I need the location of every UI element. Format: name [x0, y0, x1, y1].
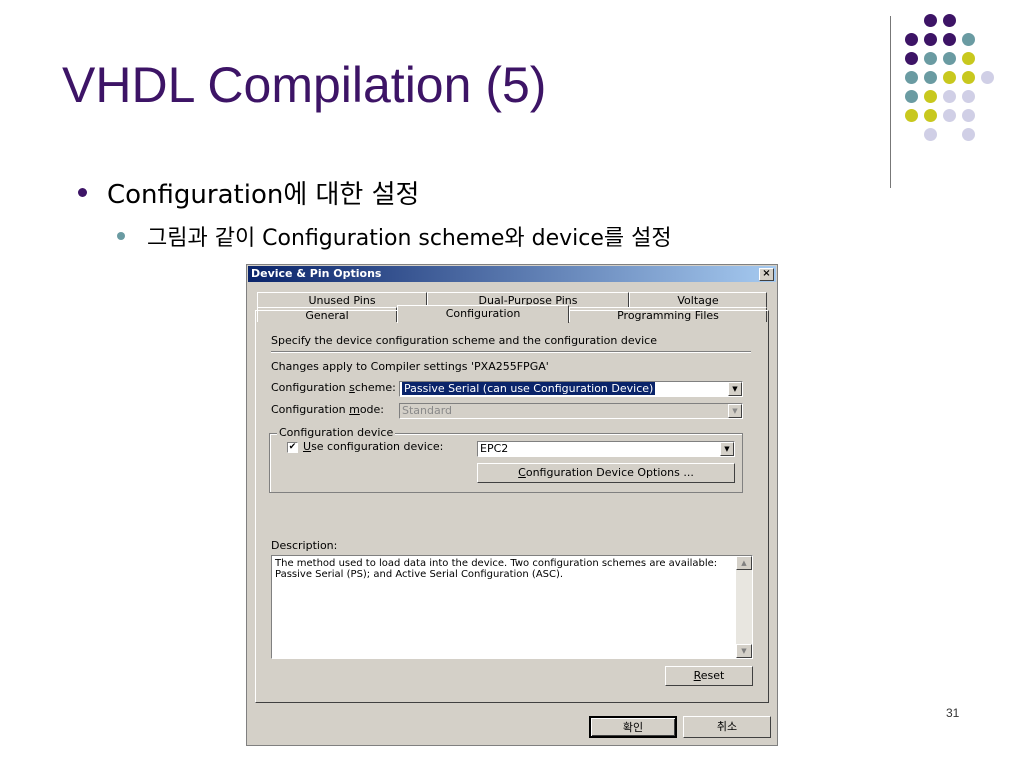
decorative-dot: [943, 14, 956, 27]
cancel-button[interactable]: 취소: [683, 716, 771, 738]
decorative-dot: [924, 33, 937, 46]
slide-title: VHDL Compilation (5): [62, 57, 547, 113]
dropdown-arrow-icon: ▼: [728, 404, 742, 418]
decorative-dot-grid: [905, 14, 1006, 164]
selected-value: EPC2: [480, 442, 509, 455]
decorative-dot: [962, 128, 975, 141]
decorative-dot: [905, 71, 918, 84]
description-label: Description:: [271, 539, 338, 552]
ok-button[interactable]: 확인: [589, 716, 677, 738]
decorative-dot: [924, 128, 937, 141]
decorative-dot: [962, 52, 975, 65]
dropdown-arrow-icon[interactable]: ▼: [720, 442, 734, 456]
tab-label: Unused Pins: [308, 294, 376, 307]
description-scrollbar[interactable]: ▲ ▼: [736, 556, 752, 658]
configuration-mode-select: Standard ▼: [399, 403, 743, 419]
scroll-down-icon[interactable]: ▼: [736, 644, 752, 658]
mode-label: Configuration mode:: [271, 403, 385, 416]
title-divider-line: [890, 16, 891, 188]
decorative-dot: [943, 109, 956, 122]
selected-value: Standard: [402, 404, 453, 417]
decorative-dot: [943, 90, 956, 103]
dialog-title: Device & Pin Options: [251, 267, 382, 280]
configuration-scheme-select[interactable]: Passive Serial (can use Configuration De…: [399, 381, 743, 397]
decorative-dot: [962, 90, 975, 103]
scheme-label: Configuration scheme:: [271, 381, 396, 394]
decorative-dot: [924, 52, 937, 65]
bullet-item-level2: 그림과 같이 Configuration scheme와 device를 설정: [117, 220, 672, 252]
separator-line: [271, 351, 751, 353]
bullet-dot-icon: [117, 232, 125, 240]
decorative-dot: [924, 14, 937, 27]
tab-label: Voltage: [677, 294, 719, 307]
decorative-dot: [962, 33, 975, 46]
reset-button[interactable]: Reset: [665, 666, 753, 686]
decorative-dot: [962, 71, 975, 84]
use-config-device-checkbox[interactable]: ✔: [287, 442, 298, 453]
bullet-text: 그림과 같이 Configuration scheme와 device를 설정: [147, 226, 672, 251]
bullet-text: Configuration에 대한 설정: [107, 180, 420, 210]
decorative-dot: [981, 71, 994, 84]
decorative-dot: [924, 109, 937, 122]
decorative-dot: [943, 33, 956, 46]
group-label: Configuration device: [277, 426, 396, 439]
decorative-dot: [905, 52, 918, 65]
page-number: 31: [946, 706, 960, 720]
bullet-dot-icon: [78, 188, 87, 197]
decorative-dot: [905, 33, 918, 46]
decorative-dot: [943, 52, 956, 65]
device-pin-options-dialog: Device & Pin Options × Unused Pins Dual-…: [246, 264, 778, 746]
tab-configuration[interactable]: Configuration: [397, 305, 569, 323]
decorative-dot: [924, 90, 937, 103]
dialog-title-bar: Device & Pin Options: [248, 266, 776, 282]
tab-voltage[interactable]: Voltage: [629, 292, 767, 307]
description-textarea[interactable]: The method used to load data into the de…: [271, 555, 753, 659]
changes-note: Changes apply to Compiler settings 'PXA2…: [271, 360, 549, 373]
tab-label: Configuration: [445, 307, 521, 320]
use-config-device-label: Use configuration device:: [303, 440, 444, 453]
bullet-item-level1: Configuration에 대한 설정: [78, 174, 419, 211]
scroll-up-icon[interactable]: ▲: [736, 556, 752, 570]
description-text: The method used to load data into the de…: [275, 558, 718, 580]
decorative-dot: [924, 71, 937, 84]
decorative-dot: [962, 109, 975, 122]
config-device-options-button[interactable]: Configuration Device Options ...: [477, 463, 735, 483]
config-device-select[interactable]: EPC2 ▼: [477, 441, 735, 457]
intro-text: Specify the device configuration scheme …: [271, 334, 657, 347]
dropdown-arrow-icon[interactable]: ▼: [728, 382, 742, 396]
selected-value: Passive Serial (can use Configuration De…: [402, 382, 656, 395]
decorative-dot: [943, 71, 956, 84]
close-icon[interactable]: ×: [759, 268, 774, 281]
decorative-dot: [905, 90, 918, 103]
decorative-dot: [905, 109, 918, 122]
